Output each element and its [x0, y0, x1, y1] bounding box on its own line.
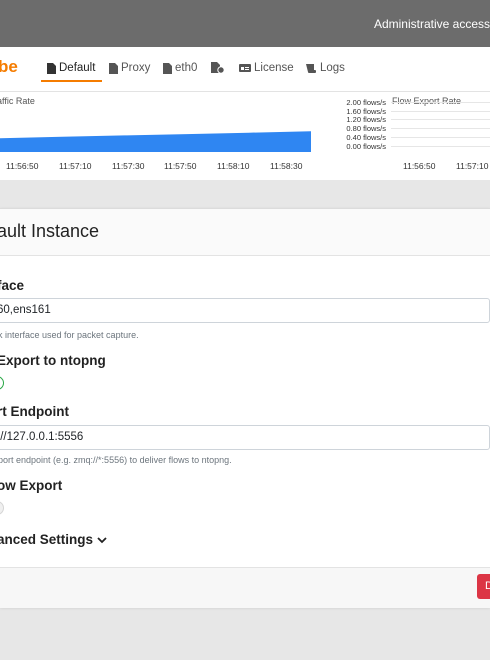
- interface-label: face: [0, 278, 25, 293]
- flow-grid-line: [391, 102, 490, 103]
- card-title: ault Instance: [0, 221, 100, 241]
- charts-panel: affic Rate 11:56:50 11:57:10 11:57:30 11:57…: [0, 92, 490, 180]
- traffic-x-tick: 11:57:50: [164, 161, 197, 171]
- instance-card: ault Instance face 60,ens161 k interface…: [0, 208, 490, 608]
- scroll-icon: [306, 63, 316, 73]
- endpoint-help: port endpoint (e.g. zmq://*:5556) to del…: [0, 455, 232, 465]
- tab-new-instance[interactable]: [211, 62, 225, 74]
- flow-y-tick: 1.60 flows/s: [346, 106, 386, 116]
- endpoint-label: rt Endpoint: [0, 404, 69, 419]
- endpoint-input[interactable]: ://127.0.0.1:5556: [0, 425, 490, 450]
- tab-license[interactable]: License: [239, 62, 294, 74]
- traffic-rate-chart: [0, 131, 311, 152]
- tab-license-label: License: [254, 62, 294, 74]
- endpoint-value: ://127.0.0.1:5556: [0, 431, 84, 443]
- flow-grid-line: [391, 128, 490, 130]
- file-gear-icon: [211, 62, 225, 74]
- top-bar: Administrative access: [0, 0, 490, 47]
- admin-access-text: Administrative access: [373, 17, 490, 31]
- flow-y-tick: 1.20 flows/s: [346, 115, 386, 125]
- flow-chart-title: Flow Export Rate: [392, 96, 462, 106]
- traffic-x-tick: 11:57:30: [112, 161, 145, 171]
- card-footer: D: [0, 567, 490, 608]
- traffic-chart-title: affic Rate: [0, 96, 35, 106]
- flow-x-tick: 11:57:10: [456, 161, 489, 171]
- flow-grid-line: [391, 119, 490, 121]
- advanced-settings-toggle[interactable]: anced Settings: [0, 532, 107, 547]
- flow-grid-line: [391, 145, 490, 147]
- flow-export-label: ow Export: [0, 478, 63, 493]
- file-icon: [47, 62, 56, 74]
- interface-input[interactable]: 60,ens161: [0, 298, 490, 323]
- tab-logs[interactable]: Logs: [305, 62, 345, 74]
- flow-grid-line: [391, 136, 490, 138]
- tab-default[interactable]: Default: [47, 62, 95, 74]
- interface-value: 60,ens161: [0, 304, 51, 316]
- traffic-x-tick: 11:56:50: [6, 161, 39, 171]
- file-icon: [109, 62, 118, 74]
- export-ntopng-toggle[interactable]: [0, 376, 4, 390]
- flow-y-tick: 0.40 flows/s: [346, 132, 386, 142]
- interface-help: k interface used for packet capture.: [0, 330, 139, 340]
- export-ntopng-label: Export to ntopng: [0, 353, 106, 368]
- active-tab-indicator: [41, 80, 102, 82]
- advanced-settings-label: anced Settings: [0, 532, 94, 547]
- flow-export-toggle[interactable]: [0, 501, 4, 515]
- tab-default-label: Default: [59, 62, 96, 74]
- traffic-area-series: [0, 131, 311, 152]
- traffic-x-tick: 11:58:10: [217, 161, 250, 171]
- flow-y-tick: 0.00 flows/s: [346, 141, 386, 151]
- tab-eth0-label: eth0: [175, 62, 198, 74]
- flow-y-tick: 2.00 flows/s: [346, 98, 386, 107]
- chevron-down-icon: [97, 537, 107, 544]
- flow-x-tick: 11:56:50: [403, 161, 436, 171]
- card-header: ault Instance: [0, 209, 490, 256]
- nav-bar: be Default Proxy eth0 License Logs: [0, 47, 490, 92]
- flow-y-tick: 0.80 flows/s: [346, 124, 386, 134]
- flow-grid-line: [391, 110, 490, 112]
- tab-proxy[interactable]: Proxy: [109, 62, 150, 74]
- traffic-x-tick: 11:58:30: [270, 161, 303, 171]
- tab-logs-label: Logs: [320, 62, 345, 74]
- brand-logo[interactable]: be: [0, 57, 18, 77]
- file-icon: [163, 62, 172, 74]
- id-card-icon: [239, 64, 251, 72]
- section-gap: [0, 180, 490, 208]
- tab-eth0[interactable]: eth0: [163, 62, 197, 74]
- traffic-x-tick: 11:57:10: [59, 161, 92, 171]
- tab-proxy-label: Proxy: [121, 62, 151, 74]
- delete-button[interactable]: D: [477, 574, 490, 599]
